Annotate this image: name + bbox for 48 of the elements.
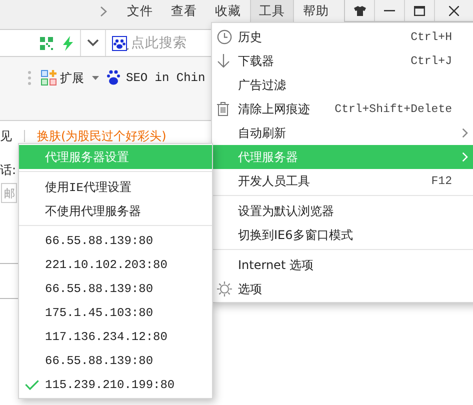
menu-item[interactable]: 使用IE代理设置	[19, 175, 212, 199]
menu-item[interactable]: 66.55.88.139:80	[19, 229, 212, 253]
maximize-icon	[414, 6, 425, 16]
extension-icon[interactable]	[41, 70, 57, 86]
menu-item[interactable]: 帮助	[294, 0, 338, 22]
menu-item[interactable]: Internet 选项	[212, 253, 473, 277]
shortcut-text: F12	[431, 174, 452, 188]
dropdown-icon[interactable]	[92, 76, 99, 80]
menu-item[interactable]: 广告过滤	[212, 73, 473, 97]
menu-item[interactable]: 切换到IE6多窗口模式	[212, 223, 473, 247]
menu-item[interactable]: 工具	[250, 0, 294, 22]
gear-icon	[217, 282, 232, 296]
page-text: 见	[0, 128, 12, 144]
menu-item[interactable]: 清除上网痕迹 Ctrl+Shift+Delete	[212, 97, 473, 121]
menu-item[interactable]: 查看	[162, 0, 206, 22]
chevron-down-icon[interactable]	[87, 39, 99, 47]
menu-item[interactable]: 历史 Ctrl+H	[212, 25, 473, 49]
menu-item[interactable]: 开发人员工具 F12	[212, 169, 473, 193]
download-icon	[217, 54, 230, 68]
menu-item[interactable]: 221.10.102.203:80	[19, 253, 212, 277]
menu-item[interactable]: 66.55.88.139:80	[19, 277, 212, 301]
shortcut-text: Ctrl+J	[410, 54, 452, 68]
menu-item[interactable]: 66.55.88.139:80	[19, 349, 212, 373]
menu-item[interactable]: 117.136.234.12:80	[19, 325, 212, 349]
bookmark-label[interactable]: SEO in Chin	[126, 70, 206, 86]
menu-item[interactable]: 设置为默认浏览器	[212, 199, 473, 223]
menu-item[interactable]: 不使用代理服务器	[19, 199, 212, 223]
shortcut-text: Ctrl+H	[410, 30, 452, 44]
clock-icon	[217, 30, 232, 44]
shirt-icon	[354, 6, 366, 16]
menu-item[interactable]: 自动刷新	[212, 121, 473, 145]
menu-item[interactable]: 文件	[118, 0, 162, 22]
chevron-right-icon[interactable]	[100, 6, 107, 17]
grip-icon[interactable]	[28, 71, 31, 85]
paw-icon[interactable]	[112, 36, 129, 50]
menu-item[interactable]: 收藏	[206, 0, 250, 22]
paw-icon[interactable]	[107, 70, 120, 85]
extensions-label[interactable]: 扩展	[60, 70, 84, 86]
menu-item[interactable]: 选项	[212, 277, 473, 301]
menu-item[interactable]: 下载器 Ctrl+J	[212, 49, 473, 73]
trash-icon	[217, 102, 229, 116]
minimize-icon	[384, 10, 395, 12]
page-text: 话:	[0, 162, 16, 178]
qr-code-icon[interactable]	[40, 36, 53, 50]
menu-item[interactable]: 175.1.45.103:80	[19, 301, 212, 325]
shortcut-text: Ctrl+Shift+Delete	[334, 102, 452, 116]
menu-item[interactable]: 115.239.210.199:80	[19, 373, 212, 397]
close-icon	[449, 6, 459, 16]
